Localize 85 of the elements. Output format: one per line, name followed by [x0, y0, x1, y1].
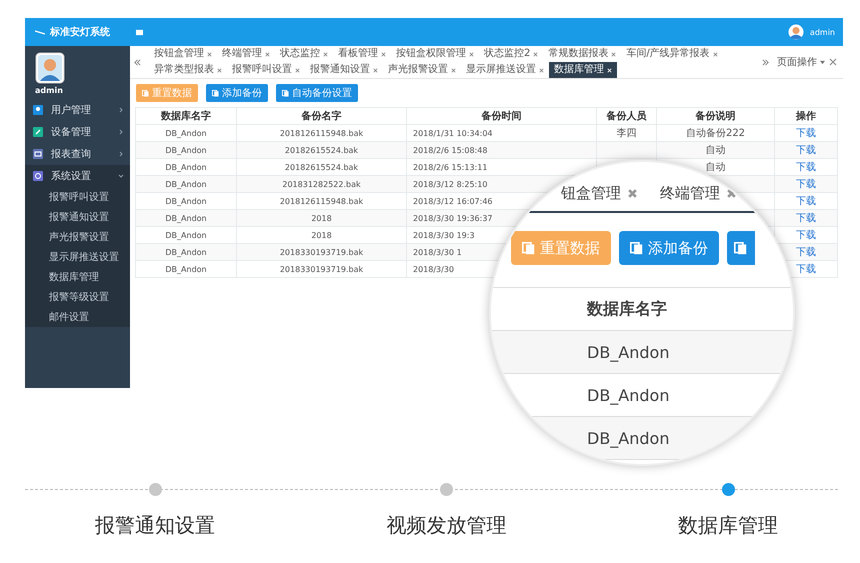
download-link[interactable]: 下载 [796, 211, 816, 225]
tab[interactable]: 声光报警设置 [383, 62, 461, 78]
submenu-item[interactable]: 报警呼叫设置 [25, 187, 130, 207]
user-name: admin [35, 86, 64, 95]
submenu-item[interactable]: 声光报警设置 [25, 227, 130, 247]
table-cell: 20182615524.bak [284, 146, 358, 154]
nav-item[interactable]: 系统设置 [25, 165, 130, 187]
table-cell: DB_Andon [165, 146, 207, 154]
tab[interactable]: 异常类型报表 [149, 62, 227, 78]
table-cell: DB_Andon [165, 248, 207, 256]
tab[interactable]: 数据库管理 [549, 62, 617, 78]
action-button[interactable]: 自动备份设置 [276, 84, 358, 102]
submenu-item[interactable]: 报警等级设置 [25, 287, 130, 307]
table-cell: DB_Andon [587, 386, 670, 404]
tab[interactable]: 状态监控 [275, 46, 333, 62]
table-cell: 2018126115948.bak [280, 128, 364, 138]
tab[interactable]: 常规数据报表 [543, 46, 622, 62]
tab[interactable]: 车间/产线异常报表 [621, 46, 723, 62]
table-cell: DB_Andon [165, 128, 207, 138]
tab[interactable]: 报警呼叫设置 [227, 62, 305, 78]
table-cell-text: 自动 [706, 161, 726, 174]
table-cell: DB_Andon [587, 428, 670, 448]
download-link[interactable]: 下载 [796, 160, 816, 174]
column-header: 备份时间 [406, 108, 596, 124]
app-title: 标准安灯系统 [50, 25, 110, 39]
column-header: 操作 [774, 108, 837, 124]
table-cell: DB_Andon [165, 230, 207, 240]
column-header: 备份名字 [236, 108, 406, 124]
table-cell-text: 自动 [706, 144, 726, 157]
step-label: 视频发放管理 [386, 512, 506, 539]
nav-item[interactable]: 设备管理 [25, 121, 130, 143]
download-link[interactable]: 下载 [796, 194, 816, 208]
download-link[interactable]: 下载 [796, 143, 816, 157]
step-label: 报警通知设置 [95, 512, 215, 539]
submenu-item[interactable]: 邮件设置 [25, 307, 130, 327]
submenu-item[interactable]: 数据库管理 [25, 267, 130, 287]
table-cell: 2018330193719.bak [280, 248, 364, 256]
tab[interactable]: 终端管理 [217, 46, 275, 62]
column-header: 备份人员 [596, 108, 656, 124]
table-cell: 2018/3/30 1 [413, 248, 462, 256]
table-cell: 2018126115948.bak [280, 196, 364, 206]
table-cell: DB_Andon [165, 214, 207, 222]
table-cell-text: 自动备份222 [686, 127, 746, 140]
table-cell: 2018 [311, 214, 332, 222]
table-cell: 2018/1/31 10:34:04 [413, 128, 492, 138]
table-cell: DB_Andon [587, 342, 670, 362]
table-cell: 2018/2/6 15:13:11 [413, 162, 488, 172]
table-cell: DB_Andon [165, 162, 207, 172]
table-cell: 2018/3/30 19:36:37 [413, 214, 492, 222]
nav-item[interactable]: 报表查询 [25, 143, 130, 165]
table-cell-text: 李四 [616, 126, 636, 140]
table-cell: 2018/3/30 [413, 264, 454, 274]
page-actions-menu[interactable]: 页面操作 [777, 55, 825, 69]
column-header: 备份说明 [656, 108, 774, 124]
submenu-item[interactable]: 显示屏推送设置 [25, 247, 130, 267]
table-cell: DB_Andon [165, 264, 207, 274]
tab[interactable]: 按钮盒管理 [149, 46, 217, 62]
tab[interactable]: 状态监控2 [479, 46, 544, 62]
nav-item[interactable]: 用户管理 [25, 99, 130, 121]
tab[interactable]: 终端管理 [660, 184, 737, 203]
tab[interactable]: 钮盒管理 [561, 184, 638, 203]
table-cell: DB_Andon [165, 196, 207, 206]
action-button[interactable]: 添加备份 [619, 231, 719, 265]
action-button[interactable]: 添加备份 [206, 84, 268, 102]
download-link[interactable]: 下载 [796, 245, 816, 259]
table-cell: 2018330193719.bak [280, 264, 364, 274]
table-cell: 2018 [311, 230, 332, 240]
tab[interactable]: 报警通知设置 [305, 62, 383, 78]
tab[interactable]: 按钮盒权限管理 [391, 46, 479, 62]
table-cell: 2018/3/12 8:25:10 [413, 180, 488, 188]
submenu-item[interactable]: 报警通知设置 [25, 207, 130, 227]
download-link[interactable]: 下载 [796, 126, 816, 140]
download-link[interactable]: 下载 [796, 262, 816, 276]
table-cell: 2018/3/30 19:3 [413, 230, 475, 240]
download-link[interactable]: 下载 [796, 177, 816, 191]
table-cell: 2018/3/12 16:07:46 [413, 196, 492, 206]
tab[interactable]: 看板管理 [333, 46, 391, 62]
table-cell: 20182615524.bak [284, 162, 358, 172]
column-header: 数据库名字 [160, 109, 212, 124]
table-cell: 201831282522.bak [282, 180, 361, 188]
table-cell: 2018/2/6 15:08:48 [413, 146, 488, 154]
download-link[interactable]: 下载 [796, 228, 816, 242]
table-cell: DB_Andon [165, 180, 207, 188]
step-label: 数据库管理 [678, 512, 778, 539]
tab[interactable]: 显示屏推送设置 [461, 62, 549, 78]
